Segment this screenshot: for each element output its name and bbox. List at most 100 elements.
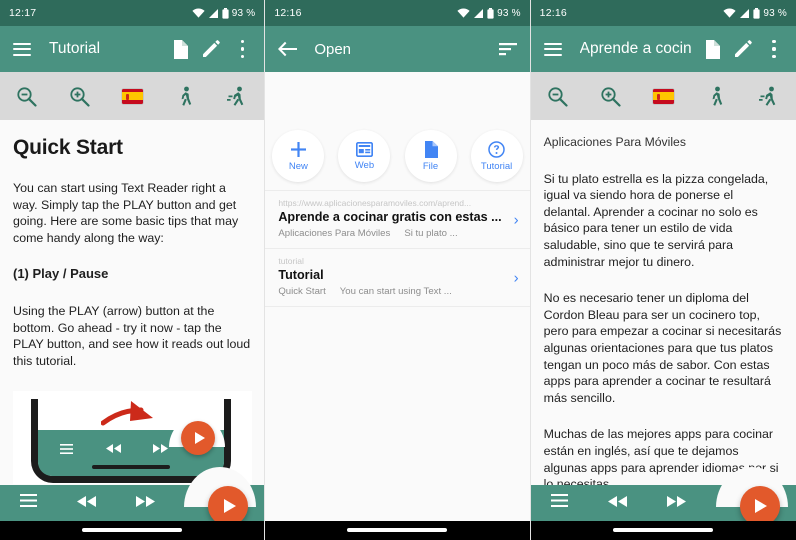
player-menu-icon[interactable] [550,494,568,512]
rewind-icon[interactable] [607,494,627,512]
open-tab-tutorial[interactable]: Tutorial [470,130,523,182]
list-item-title: Tutorial [278,268,324,282]
open-source-tabs: New Web File Tutorial [265,120,530,184]
illustration-forward-icon [153,444,168,455]
list-item-url: https://www.aplicacionesparamoviles.com/… [278,198,472,208]
sort-filter-icon[interactable] [497,38,519,60]
wifi-icon [457,8,470,18]
pencil-edit-icon[interactable] [200,38,222,60]
phone-screen-tutorial: 12:17 93 % Tutorial Quick Start You can … [0,0,265,540]
hamburger-menu-icon[interactable] [542,38,564,60]
list-item[interactable]: tutorial Tutorial Quick Start You can st… [265,249,529,306]
open-tab-file[interactable]: File [404,130,457,182]
fast-forward-icon[interactable] [666,494,686,512]
open-tab-web-label: Web [354,159,375,171]
file-icon [424,140,438,158]
illustration-home-indicator [92,465,170,470]
doc-heading: Quick Start [13,136,123,159]
status-indicators: 93 % [723,7,787,19]
list-item[interactable]: https://www.aplicacionesparamoviles.com/… [265,191,529,248]
illustration-rewind-icon [106,444,121,455]
app-bar: Aprende a cocinar… [530,26,796,72]
status-indicators: 93 % [457,7,521,19]
player-icon-group [0,485,175,521]
open-tab-web[interactable]: Web [338,130,391,182]
run-speed-icon[interactable] [749,76,789,116]
plus-icon [290,141,306,157]
reader-toolbar [0,72,265,120]
open-tab-new[interactable]: New [272,130,325,182]
status-bar: 12:17 93 % [0,0,265,26]
phone-screen-open: 12:16 93 % Open New Web File Tutorial ht… [264,0,531,540]
zoom-out-icon[interactable] [6,76,46,116]
back-arrow-icon[interactable] [276,38,298,60]
list-item-source: Aplicaciones Para Móviles [278,228,391,239]
article-source: Aplicaciones Para Móviles [543,135,686,149]
doc-paragraph-3: Using the PLAY (arrow) button at the bot… [13,303,251,368]
system-nav-bar [265,521,530,540]
list-item-preview: Si tu plato ... [404,228,458,239]
status-bar: 12:16 93 % [265,0,530,26]
open-tab-tutorial-label: Tutorial [480,160,513,172]
chevron-right-icon[interactable]: › [514,269,519,286]
walk-speed-icon[interactable] [696,76,736,116]
doc-paragraph-2: (1) Play / Pause [13,266,109,282]
open-tab-new-label: New [288,160,308,172]
wifi-icon [723,8,736,18]
document-icon[interactable] [169,38,191,60]
list-item-subtitle: Quick Start You can start using Text ... [278,286,503,297]
home-indicator[interactable] [82,528,183,532]
home-indicator[interactable] [613,528,714,532]
web-page-icon [355,141,373,157]
battery-icon [753,7,760,19]
illustration-menu-icon [60,444,73,456]
player-icon-group [531,485,706,521]
page-title: Aprende a cocinar… [579,40,692,57]
status-time: 12:16 [274,7,302,19]
system-nav-bar [0,521,265,540]
rewind-icon[interactable] [77,494,96,512]
page-title: Open [314,40,352,58]
status-time: 12:16 [539,7,567,19]
status-time: 12:17 [9,7,37,19]
battery-percent: 93 % [497,7,521,19]
article-paragraph-2: No es necesario tener un diploma del Cor… [543,291,782,405]
battery-icon [487,7,494,19]
battery-icon [222,7,229,19]
kebab-overflow-icon[interactable] [763,38,785,60]
open-document-list: https://www.aplicacionesparamoviles.com/… [265,184,530,307]
phone-screen-article: 12:16 93 % Aprende a cocinar… [530,0,796,540]
reader-toolbar [530,72,796,120]
wifi-icon [192,8,205,18]
home-indicator[interactable] [347,528,448,532]
open-panel-body: New Web File Tutorial https://www.aplica… [265,120,530,521]
red-arrow-annotation [101,401,153,426]
chevron-right-icon[interactable]: › [514,211,519,228]
zoom-out-icon[interactable] [537,76,577,116]
help-question-icon [488,140,505,158]
open-tab-file-label: File [422,160,439,172]
three-phone-screenshots: 12:17 93 % Tutorial Quick Start You can … [0,0,796,540]
page-title: Tutorial [49,40,101,57]
battery-percent: 93 % [763,7,787,19]
status-indicators: 93 % [192,7,256,19]
kebab-overflow-icon[interactable] [231,38,253,60]
battery-percent: 93 % [231,7,256,19]
player-menu-icon[interactable] [20,494,37,512]
hamburger-menu-icon[interactable] [11,38,33,60]
app-bar: Open [265,26,530,72]
signal-icon [208,8,218,18]
system-nav-bar [530,521,796,540]
signal-icon [474,8,484,18]
fast-forward-icon[interactable] [136,494,155,512]
walk-speed-icon[interactable] [165,76,205,116]
play-fab-icon[interactable] [739,486,780,526]
list-divider [265,306,530,307]
document-icon[interactable] [701,38,723,60]
zoom-in-icon[interactable] [59,76,99,116]
pencil-edit-icon[interactable] [732,38,754,60]
run-speed-icon[interactable] [218,76,258,116]
zoom-in-icon[interactable] [590,76,630,116]
spanish-flag-icon[interactable] [643,76,683,116]
spanish-flag-icon[interactable] [112,76,152,116]
